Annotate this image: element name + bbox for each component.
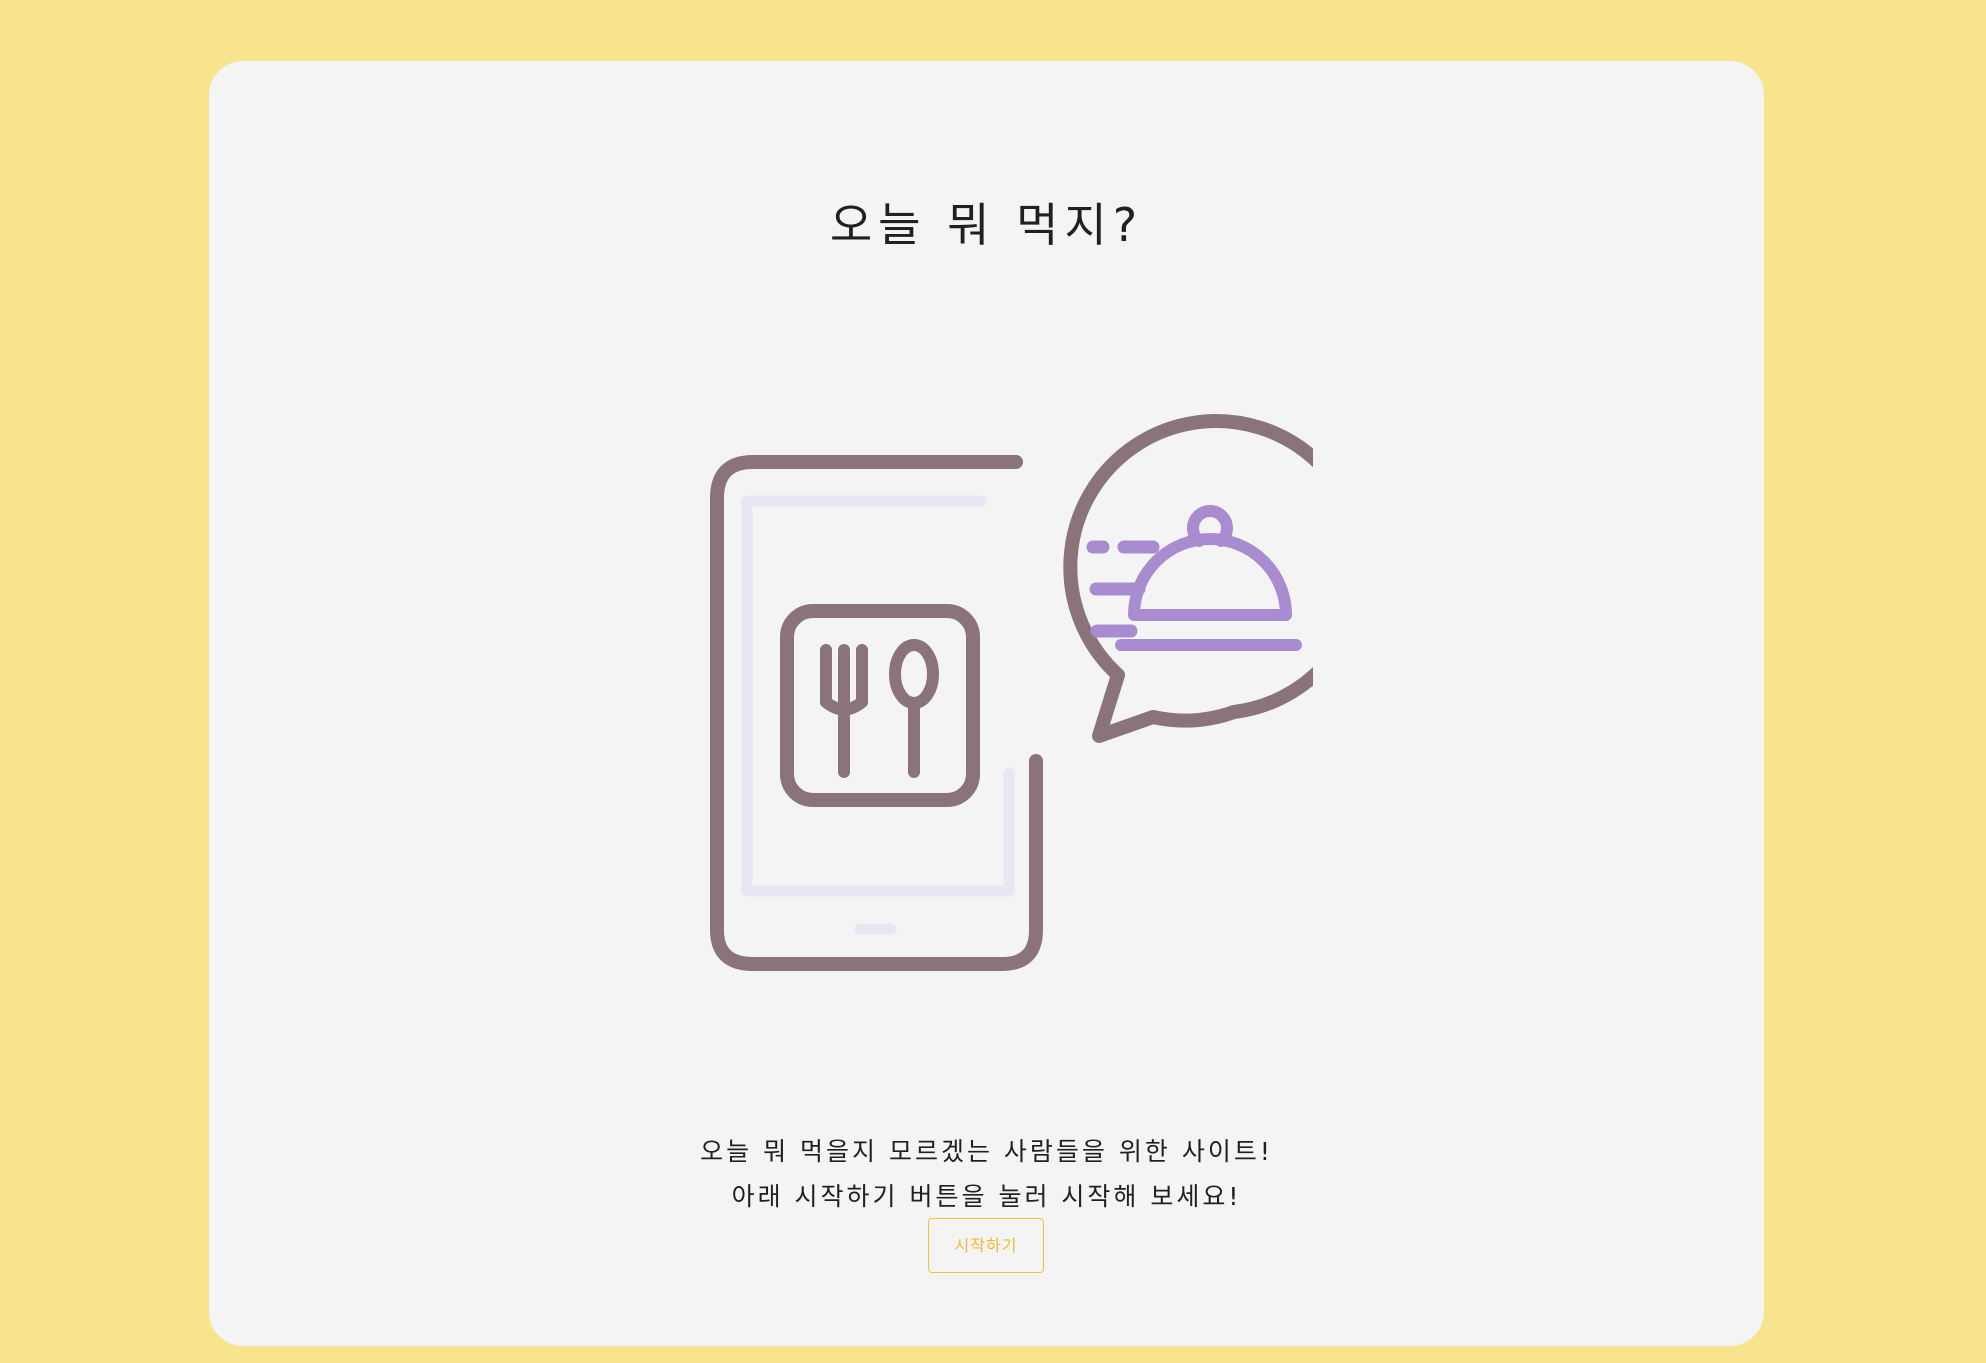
start-button[interactable]: 시작하기 <box>928 1218 1044 1273</box>
food-delivery-app-icon <box>710 414 1313 971</box>
description: 오늘 뭐 먹을지 모르겠는 사람들을 위한 사이트! 아래 시작하기 버튼을 눌… <box>209 1129 1764 1219</box>
description-line-1: 오늘 뭐 먹을지 모르겠는 사람들을 위한 사이트! <box>700 1137 1273 1166</box>
description-line-2: 아래 시작하기 버튼을 눌러 시작해 보세요! <box>731 1182 1242 1211</box>
app-tile <box>780 604 980 807</box>
fork-icon <box>820 644 868 778</box>
spoon-icon <box>889 639 939 778</box>
main-card: 오늘 뭐 먹지? 오늘 뭐 먹을지 모르겠는 사람들을 위한 사이트! 아래 시… <box>209 61 1764 1346</box>
cloche-icon <box>1115 505 1302 651</box>
page-title: 오늘 뭐 먹지? <box>829 198 1144 252</box>
